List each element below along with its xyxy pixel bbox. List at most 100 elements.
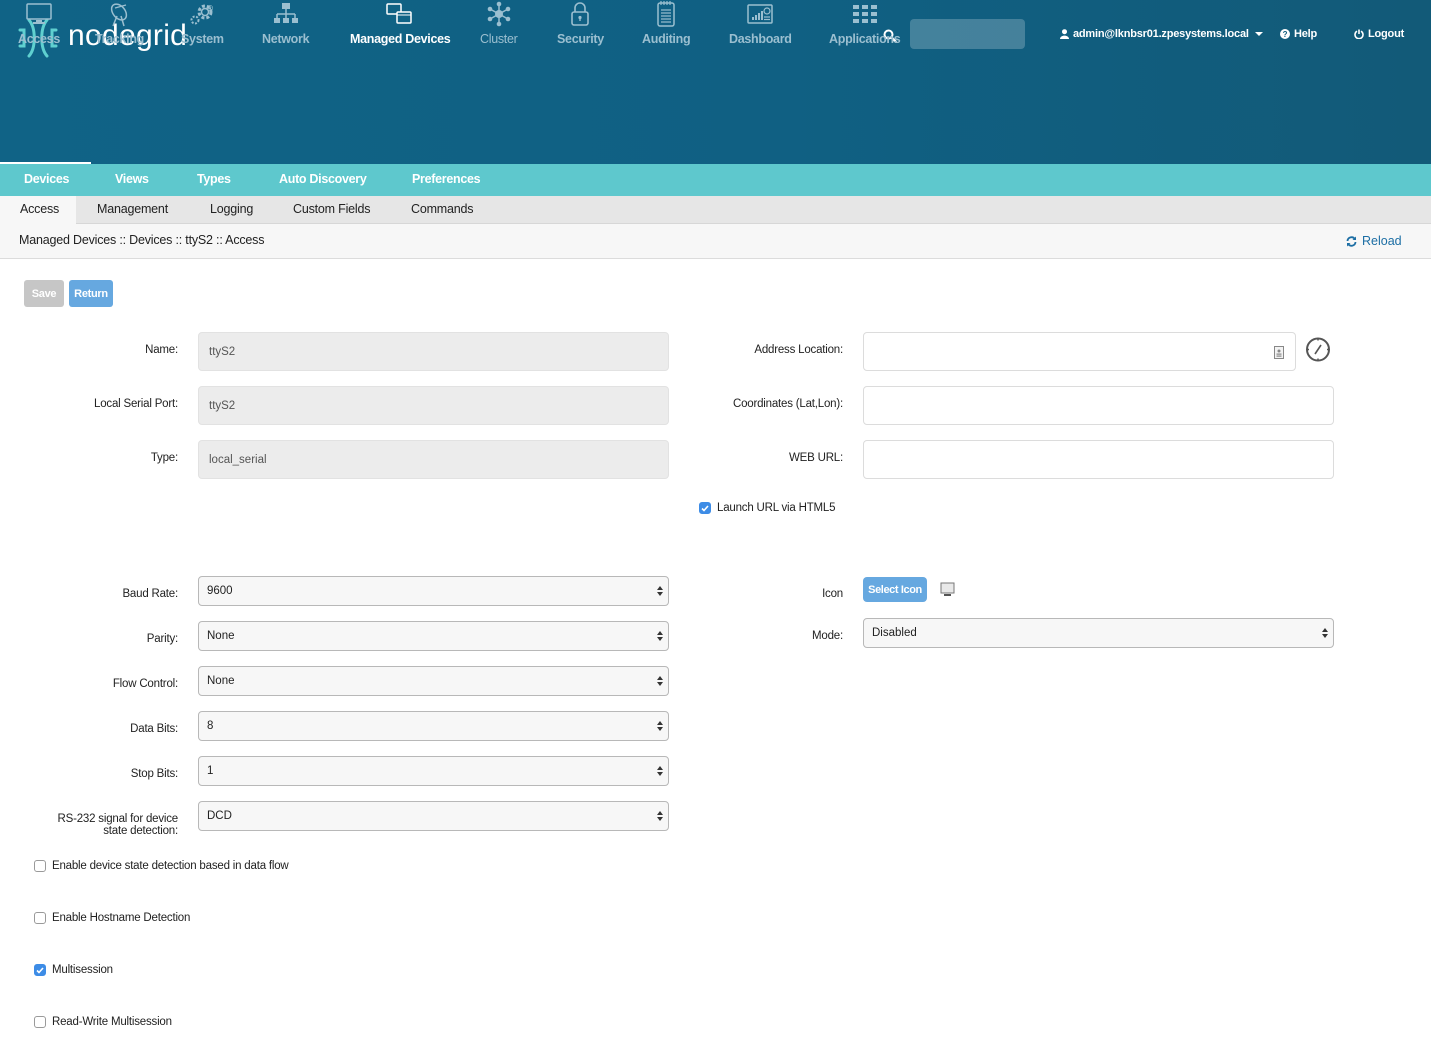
address-location-field[interactable] [863,332,1296,371]
user-name: admin@lknbsr01.zpesystems.local [1073,28,1249,40]
nav-managed-devices[interactable]: Managed Devices [350,0,451,46]
baud-rate-label: Baud Rate: [122,588,178,600]
subnav-views[interactable]: Views [115,172,149,186]
checkmark-icon [36,966,44,974]
icon-label: Icon [822,588,843,600]
global-search-input[interactable] [910,19,1025,49]
notepad-icon [657,1,675,27]
launch-html5-checkbox-row[interactable]: Launch URL via HTML5 [699,502,835,514]
baud-rate-select[interactable]: 9600 [198,576,669,606]
web-url-label: WEB URL: [789,452,843,464]
baud-rate-value: 9600 [207,585,233,597]
state-detection-checkbox-row[interactable]: Enable device state detection based in d… [34,860,289,872]
logout-label: Logout [1368,28,1405,40]
parity-label: Parity: [146,633,178,645]
select-arrows-icon [657,766,663,776]
tab-management[interactable]: Management [97,196,168,224]
hostname-detection-label: Enable Hostname Detection [52,912,191,924]
name-field[interactable]: ttyS2 [198,332,669,371]
local-serial-port-label: Local Serial Port: [94,398,178,410]
tab-custom-fields[interactable]: Custom Fields [293,196,370,224]
web-url-field[interactable] [863,440,1334,479]
local-serial-port-field[interactable]: ttyS2 [198,386,669,425]
subnav-auto-discovery[interactable]: Auto Discovery [279,172,367,186]
save-button[interactable]: Save [24,280,64,307]
select-arrows-icon [1322,628,1328,638]
mode-select[interactable]: Disabled [863,618,1334,648]
help-link[interactable]: ? Help [1280,28,1317,40]
nav-tracking[interactable]: Tracking [95,0,144,46]
chevron-down-icon [1254,32,1263,36]
breadcrumb-bar: Managed Devices :: Devices :: ttyS2 :: A… [0,224,1431,259]
monitor-icon [26,3,52,24]
flow-control-select[interactable]: None [198,666,669,696]
reload-label: Reload [1362,234,1402,248]
launch-html5-checkbox[interactable] [699,502,711,514]
rs232-signal-select[interactable]: DCD [198,801,669,831]
subnav-preferences[interactable]: Preferences [412,172,481,186]
multisession-checkbox-row[interactable]: Multisession [34,964,113,976]
mode-value: Disabled [872,627,917,639]
stop-bits-select[interactable]: 1 [198,756,669,786]
name-label: Name: [145,344,178,356]
subnav-types[interactable]: Types [197,172,231,186]
multisession-checkbox[interactable] [34,964,46,976]
hostname-detection-checkbox-row[interactable]: Enable Hostname Detection [34,912,190,924]
rw-multisession-label: Read-Write Multisession [52,1016,172,1028]
coordinates-field[interactable] [863,386,1334,425]
help-label: Help [1294,28,1318,40]
tab-access[interactable]: Access [0,196,76,225]
parity-select[interactable]: None [198,621,669,651]
breadcrumb: Managed Devices :: Devices :: ttyS2 :: A… [19,233,265,247]
data-bits-value: 8 [207,720,214,732]
satellite-dish-icon [110,3,127,27]
rs232-signal-value: DCD [207,810,232,822]
return-button[interactable]: Return [69,280,113,307]
tab-bar: Access Management Logging Custom Fields … [0,196,1431,225]
hostname-detection-checkbox[interactable] [34,912,46,924]
nav-label: Cluster [480,32,518,46]
nav-label: System [181,32,224,46]
rs232-label-line1: RS-232 signal for device [57,813,179,825]
nav-network[interactable]: Network [262,0,310,46]
rs232-label: RS-232 signal for device state detection… [58,813,179,837]
subnav-devices[interactable]: Devices [24,172,69,186]
nav-label: Tracking [95,32,145,46]
rw-multisession-checkbox[interactable] [34,1016,46,1028]
nav-label: Dashboard [729,32,792,46]
nav-security[interactable]: Security [557,0,604,46]
dashboard-icon [747,4,774,24]
parity-value: None [207,630,235,642]
multisession-label: Multisession [52,964,113,976]
select-arrows-icon [657,586,663,596]
launch-html5-label: Launch URL via HTML5 [717,502,836,514]
user-menu[interactable]: admin@lknbsr01.zpesystems.local [1060,28,1263,40]
nav-label: Applications [829,32,901,46]
select-arrows-icon [657,676,663,686]
nav-system[interactable]: System [181,0,224,46]
contact-card-icon[interactable] [1274,346,1284,359]
logout-link[interactable]: Logout [1354,28,1404,40]
nav-applications[interactable]: Applications [829,0,901,46]
network-icon [273,3,298,23]
type-field[interactable]: local_serial [198,440,669,479]
nav-label: Security [557,32,604,46]
data-bits-select[interactable]: 8 [198,711,669,741]
select-icon-button[interactable]: Select Icon [863,577,927,602]
nav-access[interactable]: Access [18,0,60,46]
compass-icon[interactable] [1305,336,1331,363]
nav-label: Access [18,32,60,46]
device-monitor-icon [940,582,955,596]
type-label: Type: [150,452,178,464]
reload-button[interactable]: Reload [1346,234,1402,248]
stop-bits-label: Stop Bits: [130,768,178,780]
tab-commands[interactable]: Commands [411,196,474,224]
help-icon: ? [1280,29,1290,39]
nav-cluster[interactable]: Cluster [480,0,518,46]
tab-logging[interactable]: Logging [210,196,253,224]
nav-auditing[interactable]: Auditing [642,0,691,46]
state-detection-checkbox[interactable] [34,860,46,872]
managed-devices-icon [386,3,412,24]
rw-multisession-checkbox-row[interactable]: Read-Write Multisession [34,1016,172,1028]
nav-dashboard[interactable]: Dashboard [729,0,792,46]
